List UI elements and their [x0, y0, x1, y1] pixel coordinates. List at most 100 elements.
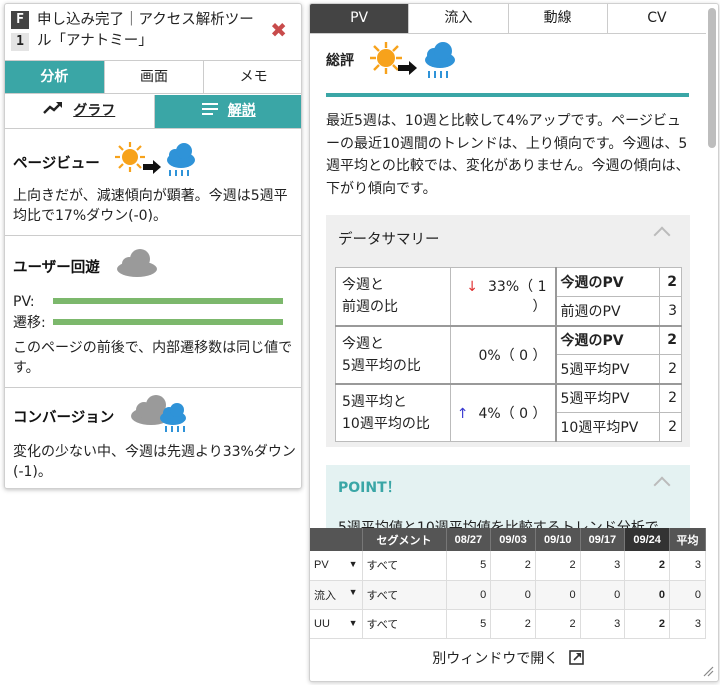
conversion-section: コンバージョン 変化の少ない中、今週は先週より33%ダウン(-1)。	[5, 388, 301, 488]
summary-name: 5週平均PV	[554, 382, 660, 413]
col-header: セグメント	[362, 528, 447, 551]
chevron-up-icon[interactable]	[653, 476, 671, 494]
dropdown-icon: ▼	[348, 586, 358, 597]
panel-header: F 1 申し込み完了｜アクセス解析ツール「アナトミー」 ✖	[5, 4, 301, 60]
value-cell: 2	[624, 609, 670, 639]
table-row: UU ▼ すべて 5 2 2 3 2 3	[310, 609, 707, 639]
data-summary: データサマリー 今週と 前週の比 ↓ 33%（ 1 ） 今週のPV 2 前週のPV…	[326, 215, 690, 447]
f-badge: F	[11, 11, 29, 29]
sohyo-text: 最近5週は、10週と比較して4%アップです。ページビューの最近10週間のトレンド…	[326, 113, 690, 197]
number-badge: 1	[11, 33, 29, 51]
summary-value-text: 0%（ 0 ）	[478, 347, 547, 364]
table-row: 今週と 5週平均の比 0%（ 0 ） 今週のPV 2	[335, 324, 682, 384]
move-bar	[53, 319, 283, 325]
main-tabs: 分析 画面 メモ	[5, 60, 301, 94]
summary-num: 2	[659, 267, 682, 297]
value-cell: 3	[580, 609, 626, 639]
value-cell: 2	[624, 551, 670, 581]
tab-graph[interactable]: グラフ	[5, 95, 155, 128]
user-flow-title: ユーザー回遊	[13, 260, 100, 276]
summary-value: 0%（ 0 ）	[450, 324, 556, 384]
sub-tabs: グラフ 解説	[5, 95, 301, 129]
sun-to-rain-icon	[113, 140, 197, 182]
col-header: 09/17	[580, 528, 626, 551]
value-cell: 3	[580, 551, 626, 581]
summary-value-text: 4%（ 0 ）	[478, 405, 547, 422]
cloud-rain-icon	[129, 394, 191, 438]
dropdown-icon: ▼	[348, 617, 358, 628]
arrow-up-icon: ↑	[456, 405, 469, 422]
table-row: 流入 ▼ すべて 0 0 0 0 0 0	[310, 580, 707, 610]
value-cell: 3	[669, 609, 707, 639]
summary-label: 今週と 5週平均の比	[335, 324, 451, 384]
sun-to-rain-icon	[368, 40, 458, 84]
close-icon[interactable]: ✖	[270, 18, 287, 42]
value-cell: 2	[490, 551, 536, 581]
list-icon	[201, 95, 218, 127]
pageview-text: 上向きだが、減速傾向が顕著。今週は5週平均比で17%ダウン(-0)。	[13, 188, 288, 224]
pv-label: PV:	[13, 294, 35, 310]
tab-cv[interactable]: CV	[608, 4, 706, 33]
resize-handle-icon[interactable]	[702, 665, 714, 677]
pageview-section: ページビュー 上向きだが、減速傾向が顕著。今週は5週平均比で17%ダウン(-0)…	[5, 130, 301, 236]
pv-bar-track	[53, 298, 283, 304]
value-cell: 0	[535, 580, 581, 610]
tab-memo[interactable]: メモ	[204, 61, 301, 93]
col-header: 08/27	[446, 528, 492, 551]
open-new-window-link[interactable]: 別ウィンドウで開く	[310, 648, 706, 669]
report-tabs: PV 流入 動線 CV	[310, 4, 706, 34]
summary-value: ↓ 33%（ 1 ）	[450, 267, 556, 326]
conversion-title: コンバージョン	[13, 410, 115, 426]
tab-explanation-label: 解説	[227, 103, 256, 119]
summary-num: 2	[659, 382, 682, 413]
summary-num: 2	[659, 354, 682, 384]
summary-name: 10週平均PV	[554, 412, 660, 442]
table-row: 5週平均と 10週平均の比 ↑ 4%（ 0 ） 5週平均PV 2	[335, 382, 682, 442]
open-new-window-label: 別ウィンドウで開く	[432, 651, 559, 667]
value-cell: 0	[446, 580, 492, 610]
move-bar-track	[53, 319, 283, 325]
segment-cell: すべて	[362, 580, 447, 610]
value-cell: 2	[535, 609, 581, 639]
col-header: 09/10	[535, 528, 581, 551]
table-row: 今週と 前週の比 ↓ 33%（ 1 ） 今週のPV 2	[335, 267, 682, 326]
table-header: セグメント 08/27 09/03 09/10 09/17 09/24 平均	[310, 528, 707, 551]
segment-cell: すべて	[362, 609, 447, 639]
value-cell: 2	[535, 551, 581, 581]
chevron-up-icon[interactable]	[653, 226, 671, 244]
scrollbar[interactable]	[708, 8, 716, 148]
table-row: PV ▼ すべて 5 2 2 3 2 3	[310, 551, 707, 581]
metric-select[interactable]: PV ▼	[310, 551, 363, 581]
summary-name: 5週平均PV	[554, 354, 660, 384]
metric-label: UU	[314, 617, 330, 630]
tab-analysis[interactable]: 分析	[5, 61, 105, 93]
summary-label: 5週平均と 10週平均の比	[335, 382, 451, 442]
page-title: 申し込み完了｜アクセス解析ツール「アナトミー」	[37, 12, 254, 49]
value-cell: 0	[580, 580, 626, 610]
metric-label: 流入	[314, 589, 336, 602]
summary-name: 前週のPV	[554, 296, 660, 326]
report-panel: PV 流入 動線 CV 総評 最近5週は、10週と比較して4%アップです。ページ…	[309, 3, 719, 682]
pv-bar	[53, 298, 283, 304]
tab-inflow[interactable]: 流入	[409, 4, 509, 33]
summary-name: 今週のPV	[554, 267, 660, 297]
divider	[326, 93, 689, 97]
point-title: POINT！	[338, 480, 401, 496]
cloud-icon	[115, 248, 159, 282]
metric-select[interactable]: UU ▼	[310, 609, 363, 639]
value-cell: 0	[490, 580, 536, 610]
tab-graph-label: グラフ	[73, 103, 116, 119]
sohyo-title: 総評	[326, 53, 354, 69]
summary-label: 今週と 前週の比	[335, 267, 451, 326]
summary-num: 2	[659, 412, 682, 442]
move-label: 遷移:	[13, 315, 46, 331]
user-flow-section: ユーザー回遊 PV: 遷移: このページの前後で、内部遷移数は同じ値です。	[5, 236, 301, 388]
col-header: 09/24	[624, 528, 670, 551]
metric-select[interactable]: 流入 ▼	[310, 580, 363, 610]
value-cell: 5	[446, 609, 492, 639]
col-header	[310, 528, 363, 551]
tab-flow-line[interactable]: 動線	[509, 4, 608, 33]
tab-pv[interactable]: PV	[310, 4, 410, 33]
tab-screen[interactable]: 画面	[105, 61, 205, 93]
tab-explanation[interactable]: 解説	[154, 95, 301, 128]
